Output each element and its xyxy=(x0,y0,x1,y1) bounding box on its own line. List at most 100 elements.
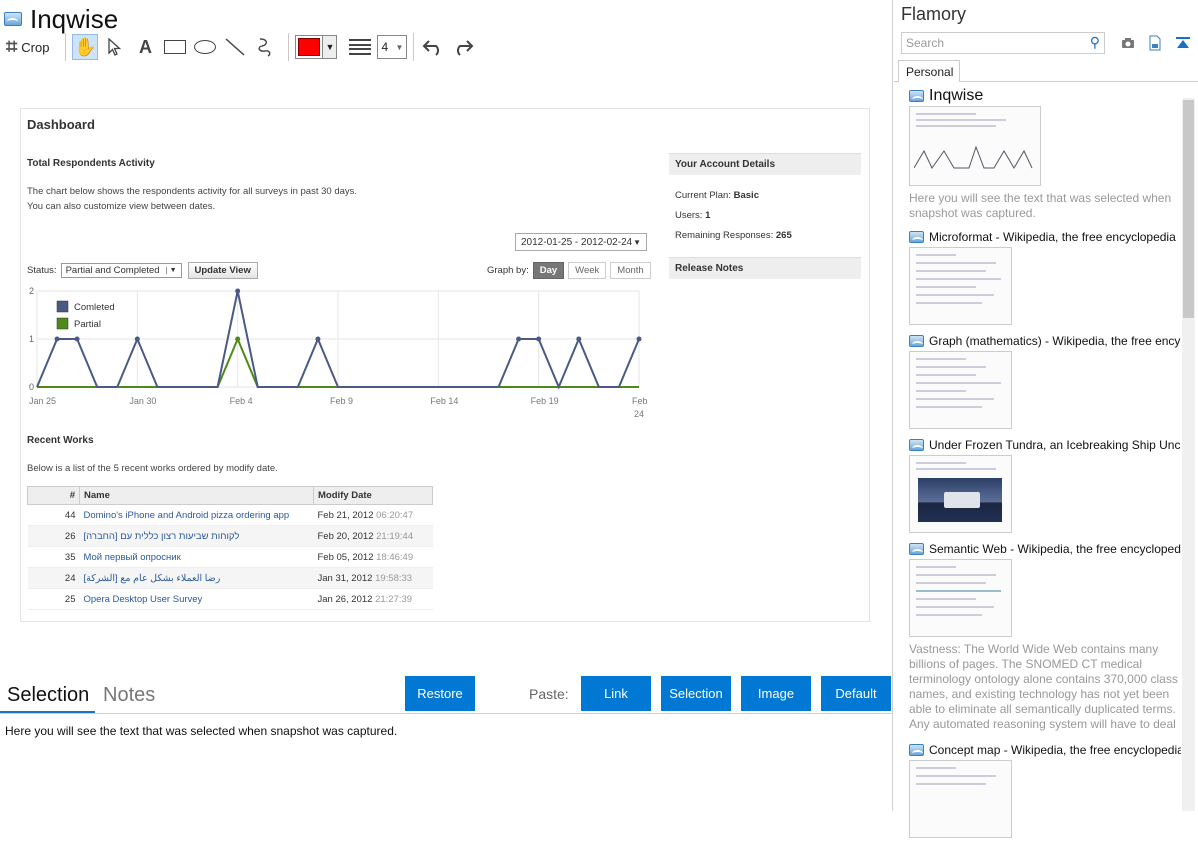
stroke-color-picker[interactable]: ▼ xyxy=(295,35,338,59)
status-filter: Status: Partial and Completed ▼ Update V… xyxy=(27,262,258,279)
item-thumbnail xyxy=(909,559,1012,637)
chevron-down-icon: ▼ xyxy=(395,42,404,52)
y-tick-label: 1 xyxy=(29,334,34,344)
row-name-link[interactable]: Мой первый опросник xyxy=(79,546,314,568)
x-tick-label: Feb 19 xyxy=(531,396,559,406)
respondents-chart: 0 1 2 Jan 25 Jan 30 Feb 4 Feb 9 Feb 14 Feb 19 Feb… xyxy=(29,287,647,419)
freehand-tool-button[interactable] xyxy=(252,34,278,60)
document-icon[interactable] xyxy=(1146,34,1164,52)
users-value: 1 xyxy=(705,210,711,221)
graph-by-month-button[interactable]: Month xyxy=(610,262,651,279)
row-date: Feb 21, 2012 06:20:47 xyxy=(313,504,433,526)
item-thumbnail xyxy=(909,760,1012,838)
item-header: Graph (mathematics) - Wikipedia, the fre… xyxy=(909,333,1181,349)
tab-selection[interactable]: Selection xyxy=(0,684,96,713)
scrollbar-thumb[interactable] xyxy=(1183,100,1194,318)
item-thumbnail xyxy=(909,351,1012,429)
responses-value: 265 xyxy=(775,230,792,241)
paste-image-button[interactable]: Image xyxy=(741,676,811,711)
paste-selection-button[interactable]: Selection xyxy=(661,676,731,711)
row-date-day: Feb 20, 2012 xyxy=(317,530,374,542)
item-header: Inqwise xyxy=(909,88,1181,104)
line-icon xyxy=(225,38,245,56)
activity-title: Total Respondents Activity xyxy=(27,158,155,169)
crop-icon: ⌗ xyxy=(6,35,18,58)
window-title: Inqwise xyxy=(30,3,119,34)
date-range-select[interactable]: 2012-01-25 - 2012-02-24 ▼ xyxy=(515,233,647,251)
row-name-link[interactable]: Opera Desktop User Survey xyxy=(79,588,314,610)
bottom-tab-bar: Selection Notes Restore Paste: Link Sele… xyxy=(0,676,893,714)
line-width-button[interactable] xyxy=(347,34,373,60)
row-name-link[interactable]: [رضا العملاء بشكل عام مع [الشركة xyxy=(79,567,314,589)
line-width-select[interactable]: 4 ▼ xyxy=(377,35,408,59)
search-placeholder: Search xyxy=(906,36,945,50)
list-item[interactable]: Concept map - Wikipedia, the free encycl… xyxy=(909,742,1181,838)
row-date: Feb 05, 2012 18:46:49 xyxy=(313,546,433,568)
item-header: Concept map - Wikipedia, the free encycl… xyxy=(909,742,1181,758)
item-header: Microformat - Wikipedia, the free encycl… xyxy=(909,229,1181,245)
vertical-scrollbar[interactable] xyxy=(1182,98,1195,811)
text-icon: A xyxy=(138,36,152,57)
search-input[interactable]: Search ⚲ xyxy=(901,32,1105,54)
release-notes-header[interactable]: Release Notes xyxy=(669,257,861,279)
ellipse-icon xyxy=(194,40,217,54)
table-row[interactable]: 26 [לקוחות שביעות רצון כללית עם [החברה Feb… xyxy=(27,525,433,547)
search-icon[interactable]: ⚲ xyxy=(1090,34,1100,51)
row-name-link[interactable]: [לקוחות שביעות רצון כללית עם [החברה xyxy=(79,525,314,547)
paste-default-button[interactable]: Default xyxy=(821,676,891,711)
restore-button[interactable]: Restore xyxy=(405,676,475,711)
paste-link-button[interactable]: Link xyxy=(581,676,651,711)
table-row[interactable]: 24 [رضا العملاء بشكل عام مع [الشركة Jan 31… xyxy=(27,567,433,589)
undo-icon xyxy=(423,40,440,56)
collapse-top-icon[interactable] xyxy=(1174,34,1192,52)
selection-text[interactable]: Here you will see the text that was sele… xyxy=(5,724,397,738)
hand-tool-button[interactable]: ✋ xyxy=(72,34,99,60)
app-icon xyxy=(4,12,22,26)
plan-label: Current Plan: xyxy=(675,190,731,201)
row-date-day: Feb 21, 2012 xyxy=(317,509,374,521)
graph-by-day-button[interactable]: Day xyxy=(532,262,565,279)
rectangle-tool-button[interactable] xyxy=(162,34,188,60)
x-tick-label: Jan 25 xyxy=(29,396,56,406)
status-value: Partial and Completed xyxy=(65,265,160,276)
data-point xyxy=(235,288,241,294)
status-select[interactable]: Partial and Completed ▼ xyxy=(60,263,182,278)
recent-works-desc: Below is a list of the 5 recent works or… xyxy=(27,463,278,474)
legend-swatch xyxy=(56,317,69,330)
data-point xyxy=(54,336,60,342)
panel-title: Flamory xyxy=(901,4,967,24)
update-view-button[interactable]: Update View xyxy=(187,262,258,279)
undo-button[interactable] xyxy=(420,34,446,60)
crop-button[interactable]: ⌗ Crop xyxy=(4,34,55,60)
list-item[interactable]: Inqwise Here you will see the text that … xyxy=(909,88,1181,221)
row-num: 25 xyxy=(27,588,80,610)
legend-swatch xyxy=(56,300,69,313)
table-row[interactable]: 35 Мой первый опросник Feb 05, 2012 18:46:… xyxy=(27,546,433,568)
list-item[interactable]: Semantic Web - Wikipedia, the free encyc… xyxy=(909,541,1181,734)
row-name-link[interactable]: Domino's iPhone and Android pizza orderi… xyxy=(79,504,314,526)
page-icon xyxy=(909,335,924,347)
camera-icon[interactable] xyxy=(1119,34,1137,52)
tab-notes[interactable]: Notes xyxy=(103,684,155,707)
item-thumbnail xyxy=(909,247,1012,325)
item-title: Under Frozen Tundra, an Icebreaking Ship… xyxy=(929,438,1181,452)
recent-works-table: # Name Modify Date 44 Domino's iPhone and… xyxy=(27,486,433,610)
item-thumbnail xyxy=(909,106,1041,186)
graph-by-week-button[interactable]: Week xyxy=(568,262,607,279)
page-icon xyxy=(909,543,924,555)
activity-desc-2: You can also customize view between date… xyxy=(27,201,216,212)
tab-personal[interactable]: Personal xyxy=(898,60,960,82)
list-item[interactable]: Graph (mathematics) - Wikipedia, the fre… xyxy=(909,333,1181,429)
redo-button[interactable] xyxy=(450,34,476,60)
list-item[interactable]: Under Frozen Tundra, an Icebreaking Ship… xyxy=(909,437,1181,533)
table-row[interactable]: 44 Domino's iPhone and Android pizza orde… xyxy=(27,504,433,526)
ellipse-tool-button[interactable] xyxy=(192,34,218,60)
line-tool-button[interactable] xyxy=(222,34,248,60)
list-item[interactable]: Microformat - Wikipedia, the free encycl… xyxy=(909,229,1181,325)
table-row[interactable]: 25 Opera Desktop User Survey Jan 26, 2012 … xyxy=(27,588,433,610)
row-date: Jan 31, 2012 19:58:33 xyxy=(313,567,433,589)
snapshot-canvas[interactable]: Dashboard Total Respondents Activity The… xyxy=(20,108,870,622)
text-tool-button[interactable]: A xyxy=(132,34,158,60)
pointer-tool-button[interactable] xyxy=(102,34,128,60)
window-title-bar: Inqwise xyxy=(4,4,118,34)
